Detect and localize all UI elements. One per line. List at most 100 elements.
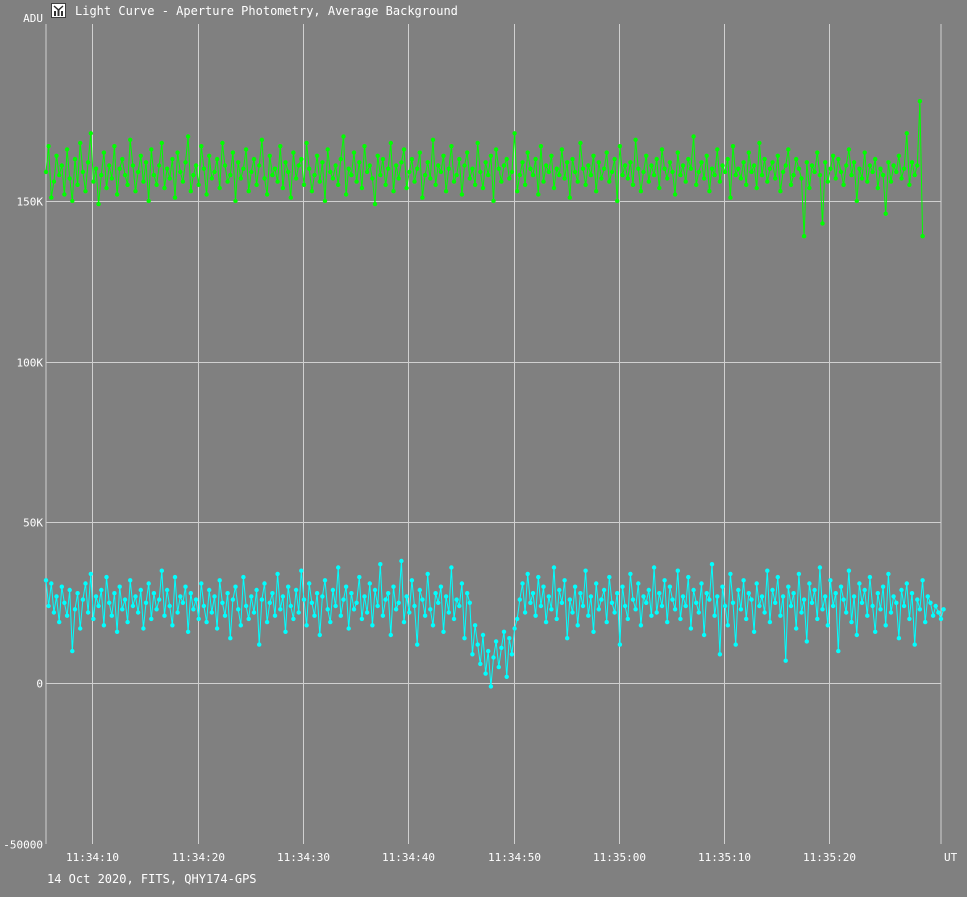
data-point bbox=[220, 600, 225, 605]
y-axis-label: ADU bbox=[23, 12, 43, 25]
data-point bbox=[188, 189, 193, 194]
data-point bbox=[296, 610, 301, 615]
data-point bbox=[920, 234, 925, 239]
data-point bbox=[80, 169, 86, 175]
data-point bbox=[665, 176, 670, 181]
series-line-comparison bbox=[45, 560, 945, 687]
data-point bbox=[133, 189, 138, 194]
data-point bbox=[288, 195, 293, 200]
data-point bbox=[659, 147, 665, 152]
data-point bbox=[349, 172, 354, 178]
data-point bbox=[909, 160, 915, 165]
data-point bbox=[896, 636, 902, 641]
data-point bbox=[888, 610, 894, 615]
data-point bbox=[570, 156, 575, 162]
x-tick-label: 11:34:50 bbox=[488, 851, 541, 864]
data-point bbox=[178, 169, 183, 175]
data-point bbox=[467, 176, 472, 181]
data-point bbox=[138, 587, 143, 593]
data-point bbox=[730, 144, 736, 149]
data-point bbox=[480, 632, 486, 638]
data-point bbox=[538, 603, 544, 609]
data-point bbox=[699, 581, 704, 586]
data-point bbox=[272, 166, 278, 171]
data-point bbox=[75, 591, 80, 596]
data-point bbox=[567, 195, 572, 200]
data-point bbox=[633, 607, 638, 612]
data-point bbox=[291, 150, 296, 155]
data-point bbox=[293, 176, 299, 181]
data-point bbox=[912, 172, 917, 178]
x-axis-label: UT bbox=[944, 851, 958, 864]
data-point bbox=[146, 581, 151, 586]
data-point bbox=[412, 179, 417, 184]
data-point bbox=[507, 176, 512, 181]
data-point bbox=[630, 182, 636, 187]
data-point bbox=[699, 160, 704, 165]
data-point bbox=[572, 169, 578, 175]
data-point bbox=[362, 594, 367, 599]
data-point bbox=[775, 574, 780, 580]
data-point bbox=[314, 153, 320, 158]
data-point bbox=[580, 603, 586, 609]
data-point bbox=[101, 623, 107, 628]
data-point bbox=[807, 185, 812, 191]
data-point bbox=[120, 156, 125, 162]
y-axis-tick-labels: 150K 100K 50K 0 -50000 bbox=[3, 196, 43, 852]
data-point bbox=[736, 587, 741, 593]
data-point bbox=[143, 600, 149, 605]
data-point bbox=[259, 597, 265, 602]
data-point bbox=[254, 182, 259, 187]
data-point bbox=[591, 629, 596, 634]
data-point bbox=[196, 616, 201, 622]
data-point bbox=[601, 587, 607, 593]
data-point bbox=[630, 597, 636, 602]
data-point bbox=[257, 163, 262, 168]
data-point bbox=[557, 172, 562, 178]
data-point bbox=[428, 176, 433, 181]
light-curve-plot[interactable]: 150K100K50K0-50000 11:34:10 11:34:20 11:34… bbox=[0, 0, 967, 897]
data-point bbox=[851, 594, 857, 599]
data-point bbox=[749, 169, 754, 175]
data-point bbox=[665, 619, 670, 625]
data-point bbox=[388, 632, 393, 638]
data-point bbox=[449, 565, 454, 570]
data-point bbox=[909, 591, 915, 596]
data-point bbox=[522, 182, 528, 187]
data-point bbox=[744, 616, 749, 622]
data-point bbox=[520, 160, 525, 165]
data-point bbox=[638, 189, 644, 194]
data-point bbox=[659, 603, 665, 609]
data-point bbox=[141, 626, 146, 631]
data-point bbox=[301, 597, 307, 602]
data-point bbox=[546, 594, 551, 599]
data-point bbox=[809, 600, 815, 605]
data-point bbox=[96, 201, 101, 207]
data-point bbox=[478, 661, 483, 667]
data-point bbox=[225, 591, 230, 596]
data-point bbox=[172, 195, 178, 200]
data-point bbox=[501, 629, 507, 634]
data-point bbox=[575, 179, 580, 184]
data-point bbox=[851, 160, 857, 165]
data-point bbox=[762, 610, 767, 615]
data-point bbox=[675, 568, 680, 573]
data-point bbox=[783, 163, 788, 168]
data-point bbox=[91, 179, 96, 184]
data-point bbox=[620, 584, 625, 589]
data-point bbox=[754, 185, 759, 191]
data-point bbox=[480, 185, 486, 191]
data-point bbox=[149, 147, 154, 152]
data-point bbox=[128, 137, 133, 142]
data-point bbox=[591, 153, 596, 158]
y-tick-label: 150K bbox=[17, 196, 44, 209]
data-point bbox=[162, 613, 167, 618]
data-point bbox=[617, 642, 623, 647]
data-point bbox=[899, 176, 904, 181]
data-point bbox=[488, 684, 494, 689]
series-comparison bbox=[43, 558, 946, 689]
data-point bbox=[936, 610, 941, 615]
data-point bbox=[299, 568, 304, 573]
data-point bbox=[338, 156, 343, 162]
data-point bbox=[112, 591, 117, 596]
